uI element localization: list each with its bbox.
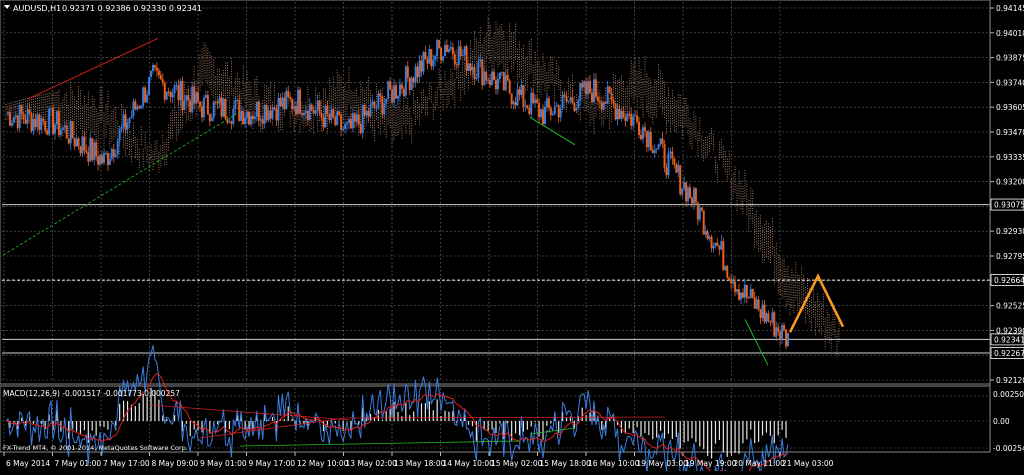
symbol-header: AUDUSD,H1 0.92371 0.92386 0.92330 0.9234… xyxy=(4,4,202,13)
price-tick-label: 0.92525 xyxy=(996,302,1024,311)
time-axis[interactable]: 6 May 2014 7 May 01:00 7 May 17:00 8 May 09… xyxy=(3,452,834,468)
price-tick-label: 0.93200 xyxy=(996,178,1024,187)
macd-axis-zero: 0.00 xyxy=(993,417,1010,426)
time-tick-label: 7 May 17:00 xyxy=(103,459,150,468)
ohlc-values: 0.92371 0.92386 0.92330 0.92341 xyxy=(62,4,202,13)
time-tick-label: 8 May 09:00 xyxy=(152,459,199,468)
svg-text:0.92664: 0.92664 xyxy=(994,276,1024,285)
time-tick-label: 9 May 17:00 xyxy=(249,459,296,468)
macd-axis-bottom: -0.002546 xyxy=(993,444,1024,453)
price-tick-label: 0.92795 xyxy=(996,252,1024,261)
time-tick-label: 13 May 02:00 xyxy=(346,459,398,468)
price-tag: 0.93075 xyxy=(990,198,1024,211)
time-tick-label: 14 May 10:00 xyxy=(443,459,495,468)
time-tick-label: 7 May 01:00 xyxy=(55,459,102,468)
price-tick-label: 0.94010 xyxy=(996,29,1024,38)
price-tick-label: 0.93605 xyxy=(996,103,1024,112)
svg-text:0.93075: 0.93075 xyxy=(994,201,1024,210)
price-tick-label: 0.93740 xyxy=(996,78,1024,87)
svg-text:0.92341: 0.92341 xyxy=(994,335,1024,344)
main-chart-panel[interactable]: AUDUSD,H1 0.92371 0.92386 0.92330 0.9234… xyxy=(0,0,991,385)
macd-label: MACD(12,26,9) -0.001517 -0.001773 0.0002… xyxy=(3,389,180,398)
time-tick-label: 19 May 03:00 xyxy=(637,459,689,468)
time-tick-label: 20 May 11:00 xyxy=(734,459,786,468)
price-tick-label: 0.93470 xyxy=(996,128,1024,137)
price-tick-label: 0.93875 xyxy=(996,54,1024,63)
time-tick-label: 13 May 18:00 xyxy=(394,459,446,468)
price-tick-label: 0.93335 xyxy=(996,153,1024,162)
copyright-text: FX-Trend MT4, © 2001-2014, MetaQuotes So… xyxy=(3,444,188,452)
price-tag: 0.92267 xyxy=(990,347,1024,359)
time-tick-label: 15 May 02:00 xyxy=(491,459,543,468)
symbol-label: AUDUSD,H1 xyxy=(13,4,61,13)
price-axis[interactable]: 0.94145 0.94010 0.93875 0.93740 0.93605 0.934… xyxy=(989,0,1024,452)
time-tick-label: 9 May 01:00 xyxy=(200,459,247,468)
price-tick-label: 0.92930 xyxy=(996,227,1024,236)
svg-text:0.92267: 0.92267 xyxy=(994,349,1024,358)
time-tick-label: 15 May 18:00 xyxy=(540,459,592,468)
macd-axis-top: 0.002505 xyxy=(993,390,1024,399)
price-tag: 0.92341 xyxy=(990,333,1024,346)
price-tag: 0.92664 xyxy=(990,274,1024,286)
time-tick-label: 19 May 19:00 xyxy=(685,459,737,468)
time-tick-label: 16 May 10:00 xyxy=(588,459,640,468)
trading-terminal: AUDUSD,H1 0.92371 0.92386 0.92330 0.9234… xyxy=(0,0,1024,475)
price-tick-label: 0.92120 xyxy=(996,376,1024,385)
time-tick-label: 6 May 2014 xyxy=(6,459,50,468)
time-tick-label: 12 May 10:00 xyxy=(297,459,349,468)
time-tick-label: 21 May 03:00 xyxy=(782,459,834,468)
price-tick-label: 0.94145 xyxy=(996,4,1024,13)
